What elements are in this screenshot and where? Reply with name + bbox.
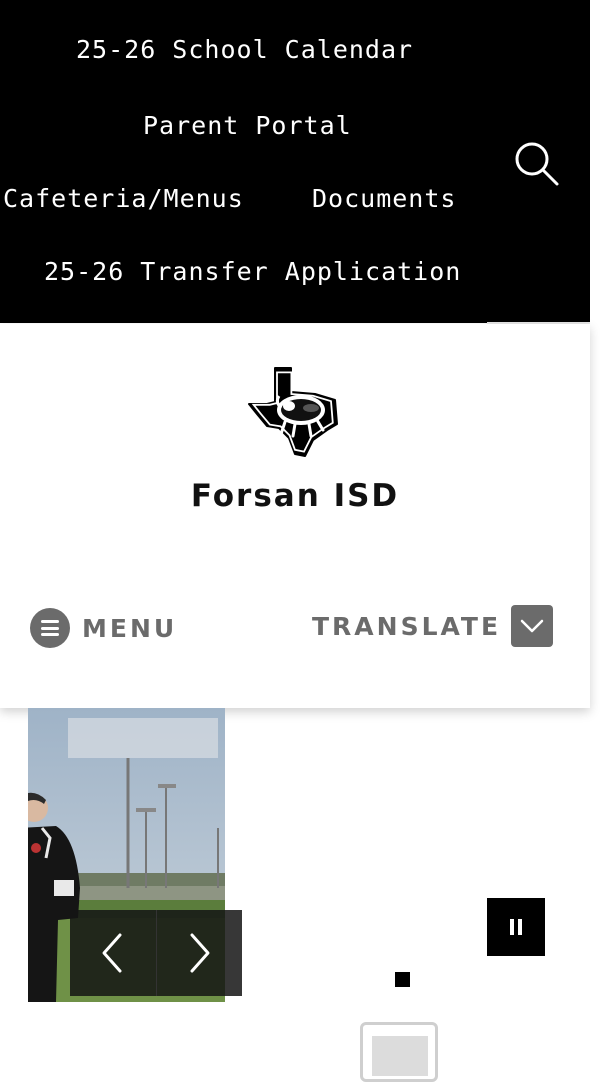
pause-icon	[510, 919, 522, 935]
search-icon	[515, 142, 559, 186]
site-title[interactable]: Forsan ISD	[0, 478, 590, 514]
hamburger-icon	[30, 608, 70, 648]
quick-link-transfer-application[interactable]: 25-26 Transfer Application	[44, 257, 461, 287]
translate-button[interactable]: TRANSLATE	[312, 605, 554, 647]
quick-links-bar: 25-26 School Calendar Parent Portal Cafe…	[0, 0, 590, 323]
next-slide-button[interactable]	[155, 910, 242, 996]
texas-buffalo-logo[interactable]	[245, 364, 345, 460]
quick-link-parent-portal[interactable]: Parent Portal	[143, 111, 352, 141]
search-button[interactable]	[505, 136, 563, 194]
quick-link-documents[interactable]: Documents	[312, 184, 456, 214]
chevron-right-icon	[190, 933, 210, 973]
chevron-left-icon	[102, 933, 122, 973]
slide-indicator-dot[interactable]	[395, 972, 410, 987]
menu-label: MENU	[82, 613, 178, 643]
quick-link-school-calendar[interactable]: 25-26 School Calendar	[76, 35, 413, 65]
slideshow-controls	[70, 910, 242, 996]
translate-label: TRANSLATE	[312, 611, 502, 641]
site-header: Forsan ISD MENU TRANSLATE	[0, 324, 590, 708]
previous-slide-button[interactable]	[70, 910, 156, 996]
menu-button[interactable]: MENU	[30, 608, 177, 648]
slide-thumbnail-button[interactable]	[360, 1022, 438, 1082]
chevron-down-icon	[511, 605, 554, 647]
quick-link-cafeteria-menus[interactable]: Cafeteria/Menus	[3, 184, 244, 214]
pause-slideshow-button[interactable]	[487, 898, 545, 956]
